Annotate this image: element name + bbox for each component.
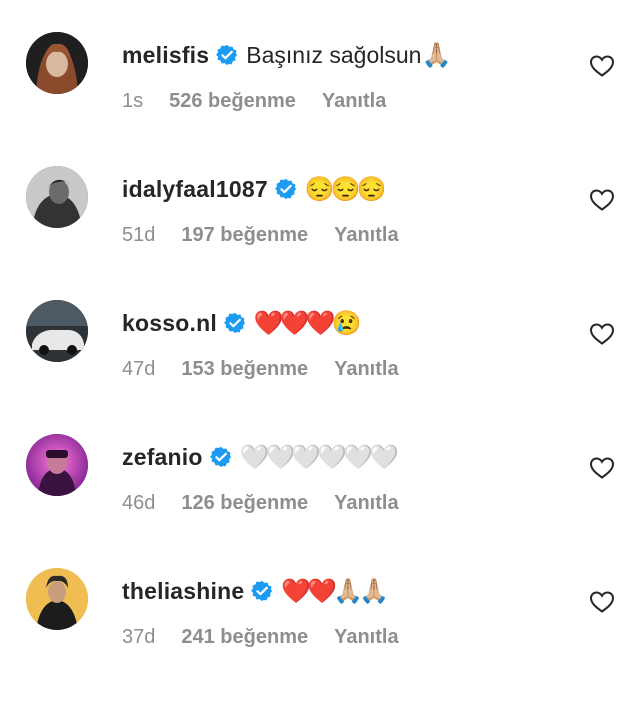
avatar[interactable] [26,166,88,228]
comment-emojis: ❤️❤️❤️😢 [253,309,362,337]
verified-badge-icon [223,312,246,334]
avatar[interactable] [26,300,88,362]
comment-time[interactable]: 1s [122,90,143,113]
heart-outline-icon[interactable] [589,322,615,346]
comment-header: idalyfaal1087 😔😔😔 [122,170,387,208]
username[interactable]: melisfis [122,42,209,69]
avatar[interactable] [26,568,88,630]
verified-badge-icon [274,178,297,200]
likes-count[interactable]: 197 beğenme [181,224,308,247]
avatar[interactable] [26,32,88,94]
likes-count[interactable]: 153 beğenme [181,358,308,381]
comment-meta: 37d 241 beğenme Yanıtla [122,626,399,649]
reply-button[interactable]: Yanıtla [334,492,398,515]
comment-emojis: 😔😔😔 [304,175,387,203]
username[interactable]: theliashine [122,578,244,605]
avatar[interactable] [26,434,88,496]
comment-item: theliashine ❤️❤️🙏🏼🙏🏼 37d 241 beğenme Yan… [0,568,635,702]
likes-count[interactable]: 126 beğenme [181,492,308,515]
comment-meta: 46d 126 beğenme Yanıtla [122,492,399,515]
comment-time[interactable]: 47d [122,358,155,381]
verified-badge-icon [209,446,232,468]
comment-emojis: ❤️❤️🙏🏼🙏🏼 [281,577,389,605]
comment-emojis: 🙏🏼 [421,41,451,69]
comment-header: melisfis Başınız sağolsun 🙏🏼 [122,36,451,74]
likes-count[interactable]: 526 beğenme [169,90,296,113]
comment-time[interactable]: 51d [122,224,155,247]
comment-item: kosso.nl ❤️❤️❤️😢 47d 153 beğenme Yanıtla [0,300,635,434]
comment-meta: 51d 197 beğenme Yanıtla [122,224,399,247]
comment-header: zefanio 🤍🤍🤍🤍🤍🤍 [122,438,399,476]
comment-item: idalyfaal1087 😔😔😔 51d 197 beğenme Yanıtl… [0,166,635,300]
comment-text: Başınız sağolsun [246,41,422,68]
reply-button[interactable]: Yanıtla [334,626,398,649]
comment-meta: 47d 153 beğenme Yanıtla [122,358,399,381]
heart-outline-icon[interactable] [589,188,615,212]
comment-time[interactable]: 46d [122,492,155,515]
heart-outline-icon[interactable] [589,590,615,614]
verified-badge-icon [216,44,238,66]
comment-header: theliashine ❤️❤️🙏🏼🙏🏼 [122,572,389,610]
comment-item: zefanio 🤍🤍🤍🤍🤍🤍 46d 126 beğenme Yanıtla [0,434,635,568]
username[interactable]: kosso.nl [122,310,217,337]
comment-meta: 1s 526 beğenme Yanıtla [122,90,386,113]
username[interactable]: zefanio [122,444,203,471]
comment-time[interactable]: 37d [122,626,155,649]
likes-count[interactable]: 241 beğenme [181,626,308,649]
reply-button[interactable]: Yanıtla [334,358,398,381]
heart-outline-icon[interactable] [589,456,615,480]
comment-emojis: 🤍🤍🤍🤍🤍🤍 [239,443,399,471]
comment-header: kosso.nl ❤️❤️❤️😢 [122,304,362,342]
comment-item: melisfis Başınız sağolsun 🙏🏼 1s 526 beğe… [0,32,635,166]
reply-button[interactable]: Yanıtla [334,224,398,247]
reply-button[interactable]: Yanıtla [322,90,386,113]
heart-outline-icon[interactable] [589,54,615,78]
username[interactable]: idalyfaal1087 [122,176,268,203]
verified-badge-icon [251,580,273,602]
